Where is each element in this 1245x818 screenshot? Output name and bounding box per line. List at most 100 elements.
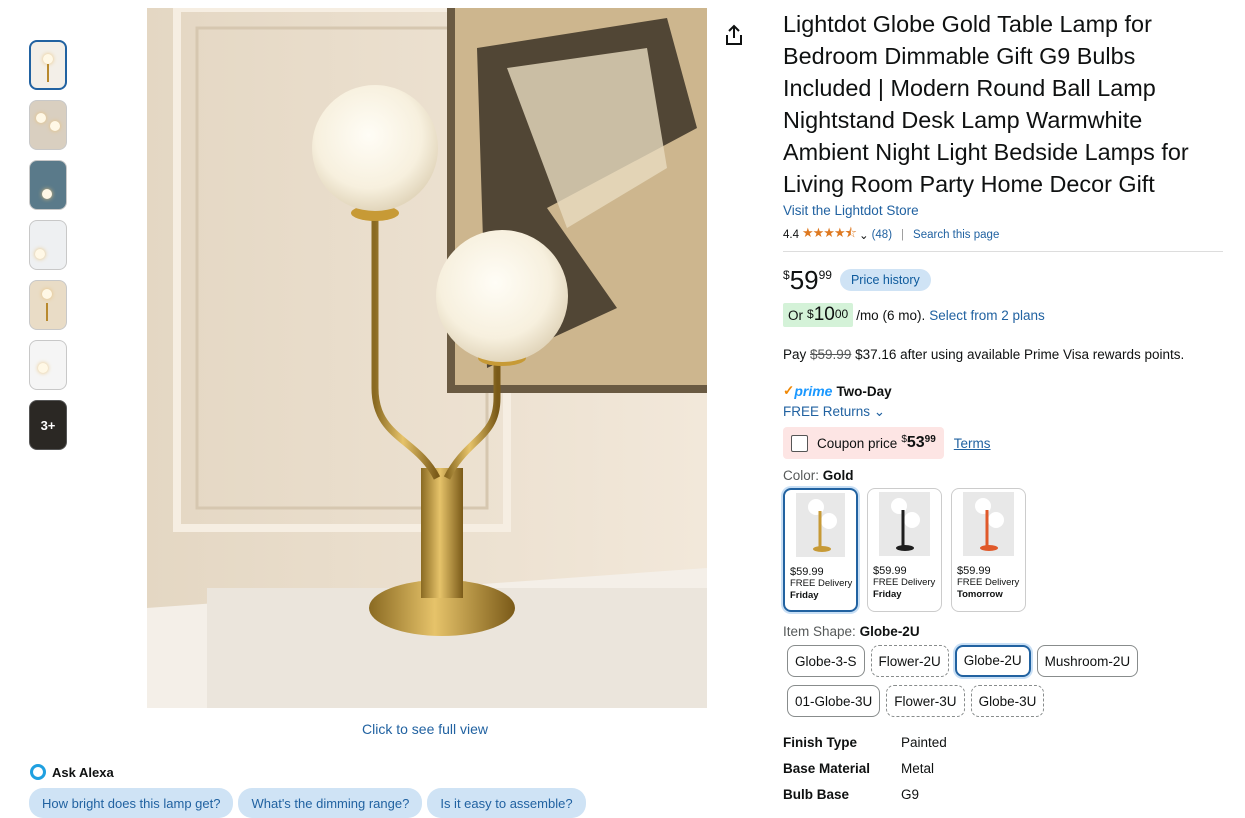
spec-value: G9 — [901, 787, 920, 802]
spec-row: Finish Type Painted — [783, 735, 1223, 761]
shape-option[interactable]: Flower-2U — [870, 645, 949, 677]
prime-visa-row: Pay $59.99 $37.16 after using available … — [783, 347, 1223, 362]
shape-option-selected[interactable]: Globe-2U — [954, 645, 1031, 677]
prime-speed: Two-Day — [836, 383, 892, 399]
search-page-link[interactable]: Search this page — [913, 229, 999, 241]
thumbnail-5[interactable] — [29, 280, 67, 330]
monthly-cents: 00 — [834, 307, 849, 321]
alexa-chip[interactable]: What's the dimming range? — [238, 788, 423, 818]
monthly-suffix: /mo (6 mo). — [856, 307, 926, 323]
swatch-price: $59.99 — [873, 565, 907, 577]
alexa-chips: How bright does this lamp get? What's th… — [29, 788, 586, 818]
swatch-day: Friday — [873, 589, 902, 600]
spec-row: Base Material Metal — [783, 761, 1223, 787]
coupon-box: Coupon price $ 53 99 — [783, 427, 944, 459]
prime-check-icon: ✓ — [783, 383, 795, 398]
product-photo — [147, 8, 707, 708]
spec-value: Painted — [901, 735, 947, 750]
coupon-label: Coupon price — [817, 435, 898, 451]
rating-value: 4.4 — [783, 229, 799, 241]
alexa-icon — [30, 764, 46, 780]
terms-link[interactable]: Terms — [954, 436, 991, 451]
shape-label-row: Item Shape: Globe-2U — [783, 624, 1223, 639]
price-cents: 99 — [818, 268, 832, 282]
thumbnail-6[interactable] — [29, 340, 67, 390]
coupon-dollars: 53 — [906, 434, 925, 451]
swatch-image — [879, 492, 930, 556]
color-label: Color: — [783, 468, 820, 483]
pay-old-price: $59.99 — [810, 347, 852, 362]
shape-option[interactable]: Globe-3-S — [787, 645, 865, 677]
alexa-chip[interactable]: How bright does this lamp get? — [29, 788, 234, 818]
swatch-black[interactable]: $59.99 FREE Delivery Friday — [867, 488, 942, 612]
coupon-currency: $ — [901, 434, 907, 445]
thumbnail-3[interactable] — [29, 160, 67, 210]
store-link[interactable]: Visit the Lightdot Store — [783, 203, 1223, 218]
monthly-badge: Or $ 10 00 — [783, 303, 854, 327]
free-returns-label: FREE Returns — [783, 404, 871, 419]
spec-table: Finish Type Painted Base Material Metal Bu… — [783, 735, 1223, 813]
swatch-gold[interactable]: $59.99 FREE Delivery Friday — [783, 488, 858, 612]
shape-option[interactable]: Flower-3U — [886, 685, 965, 717]
monthly-currency: $ — [807, 307, 814, 321]
prime-logo: prime — [794, 383, 833, 399]
swatch-delivery: FREE Delivery — [873, 577, 936, 588]
swatch-image — [963, 492, 1014, 556]
thumbnail-4[interactable] — [29, 220, 67, 270]
rating-row: 4.4 ★★★★⯪ ⌄ (48) | Search this page — [783, 224, 1223, 252]
share-icon[interactable] — [724, 24, 744, 46]
price-row: $ 59 99 Price history — [783, 266, 1223, 294]
spec-row: Bulb Base G9 — [783, 787, 1223, 813]
thumbnail-2[interactable] — [29, 100, 67, 150]
swatch-price: $59.99 — [790, 566, 824, 578]
coupon-cents: 99 — [924, 434, 936, 445]
chevron-down-icon[interactable]: ⌄ — [859, 228, 869, 242]
coupon-price: $ 53 99 — [901, 434, 935, 452]
coupon-row: Coupon price $ 53 99 Terms — [783, 427, 1223, 459]
price-history-button[interactable]: Price history — [839, 269, 931, 291]
chevron-down-icon: ⌄ — [873, 404, 886, 419]
swatch-orange[interactable]: $59.99 FREE Delivery Tomorrow — [951, 488, 1026, 612]
swatch-day: Friday — [790, 590, 819, 601]
swatch-delivery: FREE Delivery — [790, 578, 853, 589]
spec-key: Bulb Base — [783, 787, 850, 802]
swatch-delivery: FREE Delivery — [957, 577, 1020, 588]
spec-key: Base Material — [783, 761, 871, 776]
ask-alexa-label: Ask Alexa — [52, 764, 114, 780]
ask-alexa: Ask Alexa — [30, 764, 114, 780]
review-count-link[interactable]: (48) — [872, 229, 892, 241]
star-rating-icon[interactable]: ★★★★⯪ — [802, 224, 857, 246]
shape-option[interactable]: Globe-3U — [970, 685, 1045, 717]
monthly-dollars: 10 — [813, 304, 835, 325]
monthly-payment-row: Or $ 10 00 /mo (6 mo). Select from 2 pla… — [783, 303, 1223, 327]
more-thumbnails-button[interactable]: 3+ — [29, 400, 67, 450]
monthly-prefix: Or — [788, 308, 803, 323]
free-returns-link[interactable]: FREE Returns ⌄ — [783, 404, 1223, 420]
alexa-chip[interactable]: Is it easy to assemble? — [427, 788, 586, 818]
price-dollars: 59 — [789, 265, 819, 295]
swatch-price: $59.99 — [957, 565, 991, 577]
pay-suffix: after using available Prime Visa rewards… — [900, 347, 1185, 362]
shape-label: Item Shape: — [783, 624, 856, 639]
swatch-day: Tomorrow — [957, 589, 1003, 600]
prime-row: ✓ prime Two-Day — [783, 383, 1223, 399]
pay-new-price: $37.16 — [855, 347, 897, 362]
shape-option[interactable]: Mushroom-2U — [1036, 645, 1139, 677]
shape-option[interactable]: 01-Globe-3U — [787, 685, 881, 717]
main-product-image[interactable] — [147, 8, 707, 708]
swatch-image — [796, 493, 845, 557]
thumbnail-1[interactable] — [29, 40, 67, 90]
color-value: Gold — [822, 468, 854, 483]
spec-key: Finish Type — [783, 735, 858, 750]
spec-value: Metal — [901, 761, 935, 776]
color-label-row: Color: Gold — [783, 468, 1223, 483]
product-title: Lightdot Globe Gold Table Lamp for Bedro… — [783, 11, 1189, 197]
select-plans-link[interactable]: Select from 2 plans — [929, 308, 1045, 323]
full-view-link[interactable]: Click to see full view — [362, 721, 488, 737]
coupon-checkbox[interactable] — [791, 434, 808, 452]
product-details: Lightdot Globe Gold Table Lamp for Bedro… — [783, 8, 1223, 813]
thumbnail-strip: 3+ — [29, 40, 69, 450]
shape-options: Globe-3-S Flower-2U Globe-2U Mushroom-2U… — [783, 645, 1207, 717]
pay-prefix: Pay — [783, 347, 807, 362]
price-currency: $ — [783, 268, 790, 282]
